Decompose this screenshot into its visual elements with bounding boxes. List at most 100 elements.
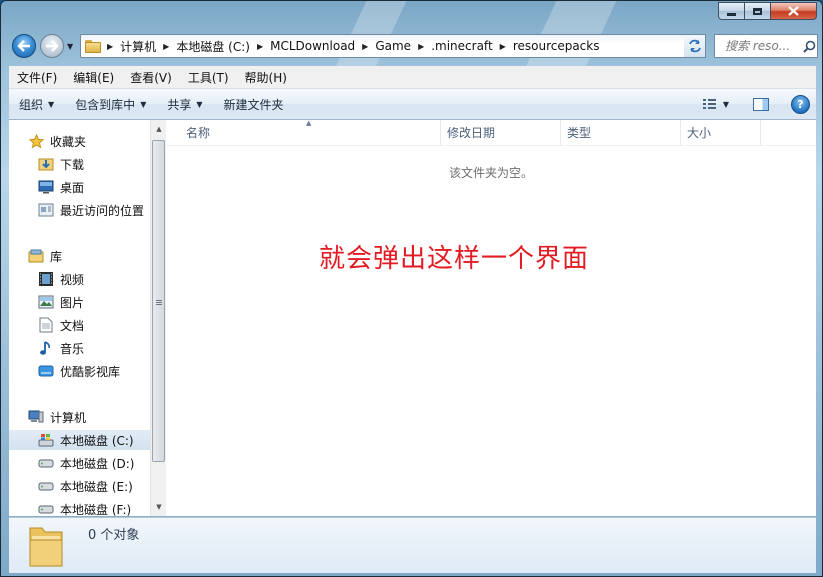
column-modified[interactable]: 修改日期 xyxy=(441,120,561,145)
navigation-bar: ▼ ▶ 计算机 ▶ 本地磁盘 (C:) ▶ MCLDownload ▶ Game… xyxy=(9,33,818,59)
hard-drive-icon xyxy=(38,501,54,516)
nav-computer[interactable]: 计算机 xyxy=(28,407,86,427)
help-icon[interactable]: ? xyxy=(791,94,810,114)
menu-edit[interactable]: 编辑(E) xyxy=(65,69,122,86)
folder-icon xyxy=(28,522,64,568)
nav-drive-e[interactable]: 本地磁盘 (E:) xyxy=(38,476,133,496)
breadcrumb-separator-icon[interactable]: ▶ xyxy=(415,42,427,51)
navigation-pane: 收藏夹 下载 桌面 最近访问的位置 库 视频 图片 文档 音乐 优酷影视库 计算… xyxy=(9,120,150,516)
column-size-label: 大小 xyxy=(687,126,712,140)
file-list[interactable]: ▲ 名称 修改日期 类型 大小 该文件夹为空。 就会弹出这样一个界面 xyxy=(166,119,816,516)
empty-folder-message: 该文件夹为空。 xyxy=(448,166,533,180)
library-icon xyxy=(28,248,44,264)
preview-pane-icon[interactable] xyxy=(753,97,769,111)
music-note-icon xyxy=(38,340,54,356)
nav-recent-places[interactable]: 最近访问的位置 xyxy=(38,200,144,220)
change-view-icon[interactable] xyxy=(702,98,717,110)
nav-music[interactable]: 音乐 xyxy=(38,338,84,358)
nav-youku-library[interactable]: 优酷影视库 xyxy=(38,361,120,381)
column-modified-label: 修改日期 xyxy=(447,126,496,140)
video-icon xyxy=(38,271,54,287)
breadcrumb-separator-icon[interactable]: ▶ xyxy=(254,42,266,51)
minimize-button[interactable] xyxy=(718,2,745,20)
breadcrumb-separator-icon[interactable]: ▶ xyxy=(160,42,172,51)
breadcrumb-separator-icon[interactable]: ▶ xyxy=(104,42,116,51)
refresh-button[interactable] xyxy=(684,34,706,58)
new-folder-label: 新建文件夹 xyxy=(223,97,284,112)
navigation-pane-scrollbar[interactable]: ▲ ▼ xyxy=(150,120,166,516)
share-label: 共享 xyxy=(167,97,192,112)
nav-libraries[interactable]: 库 xyxy=(28,246,62,266)
forward-button[interactable] xyxy=(40,34,64,58)
nav-computer-label: 计算机 xyxy=(50,410,87,425)
menu-help[interactable]: 帮助(H) xyxy=(237,69,295,86)
breadcrumb-local-disk-c[interactable]: 本地磁盘 (C:) xyxy=(172,38,254,55)
desktop-icon xyxy=(38,179,54,195)
column-size[interactable]: 大小 xyxy=(681,120,761,145)
new-folder-button[interactable]: 新建文件夹 xyxy=(214,96,295,113)
pictures-icon xyxy=(38,294,54,310)
breadcrumb-mcldownload[interactable]: MCLDownload xyxy=(266,39,359,53)
maximize-button[interactable] xyxy=(745,2,771,20)
organize-button[interactable]: 组织 ▼ xyxy=(9,96,65,113)
breadcrumb-separator-icon[interactable]: ▶ xyxy=(359,42,371,51)
breadcrumb-minecraft[interactable]: .minecraft xyxy=(427,39,496,53)
breadcrumb: ▶ 计算机 ▶ 本地磁盘 (C:) ▶ MCLDownload ▶ Game ▶… xyxy=(104,35,685,57)
breadcrumb-separator-icon[interactable]: ▶ xyxy=(497,42,509,51)
computer-icon xyxy=(28,409,44,425)
nav-drive-d[interactable]: 本地磁盘 (D:) xyxy=(38,453,134,473)
windows-drive-icon xyxy=(38,432,54,448)
include-in-library-label: 包含到库中 xyxy=(75,97,136,112)
nav-pictures[interactable]: 图片 xyxy=(38,292,84,312)
menu-view[interactable]: 查看(V) xyxy=(122,69,180,86)
close-button[interactable] xyxy=(771,2,817,20)
breadcrumb-resourcepacks[interactable]: resourcepacks xyxy=(509,39,604,53)
column-name[interactable]: 名称 xyxy=(180,120,441,145)
scroll-thumb[interactable] xyxy=(152,140,165,462)
breadcrumb-game[interactable]: Game xyxy=(371,39,415,53)
column-name-label: 名称 xyxy=(186,126,211,140)
scroll-down-icon[interactable]: ▼ xyxy=(151,499,167,515)
nav-documents-label: 文档 xyxy=(60,318,85,333)
back-button[interactable] xyxy=(12,34,36,58)
youku-icon xyxy=(38,363,54,379)
column-type-label: 类型 xyxy=(567,126,592,140)
nav-recent-places-label: 最近访问的位置 xyxy=(60,203,145,218)
nav-youku-library-label: 优酷影视库 xyxy=(60,364,121,379)
include-in-library-button[interactable]: 包含到库中 ▼ xyxy=(65,96,157,113)
search-input[interactable] xyxy=(723,38,803,54)
nav-desktop[interactable]: 桌面 xyxy=(38,177,84,197)
chevron-down-icon: ▼ xyxy=(140,99,147,109)
caption-buttons xyxy=(718,2,817,20)
refresh-icon xyxy=(688,39,701,53)
nav-favorites[interactable]: 收藏夹 xyxy=(28,131,86,151)
organize-label: 组织 xyxy=(19,97,44,112)
scroll-up-icon[interactable]: ▲ xyxy=(151,121,167,137)
address-bar[interactable]: ▶ 计算机 ▶ 本地磁盘 (C:) ▶ MCLDownload ▶ Game ▶… xyxy=(80,34,705,58)
hard-drive-icon xyxy=(38,478,54,494)
nav-music-label: 音乐 xyxy=(60,341,85,356)
arrow-left-icon xyxy=(17,40,30,52)
nav-drive-c[interactable]: 本地磁盘 (C:) xyxy=(9,430,150,450)
share-button[interactable]: 共享 ▼ xyxy=(157,96,213,113)
folder-icon xyxy=(85,39,101,53)
search-box[interactable] xyxy=(714,34,818,58)
view-options-dropdown-icon[interactable]: ▼ xyxy=(723,100,729,109)
column-type[interactable]: 类型 xyxy=(561,120,681,145)
download-folder-icon xyxy=(38,156,54,172)
menu-bar: 文件(F) 编辑(E) 查看(V) 工具(T) 帮助(H) xyxy=(9,66,816,89)
nav-drive-f-label: 本地磁盘 (F:) xyxy=(60,502,132,517)
recent-places-icon xyxy=(38,202,54,218)
nav-drive-f[interactable]: 本地磁盘 (F:) xyxy=(38,499,131,516)
search-icon xyxy=(803,40,816,53)
nav-downloads[interactable]: 下载 xyxy=(38,154,84,174)
menu-file[interactable]: 文件(F) xyxy=(9,69,65,86)
nav-documents[interactable]: 文档 xyxy=(38,315,84,335)
command-bar: 组织 ▼ 包含到库中 ▼ 共享 ▼ 新建文件夹 ▼ ? xyxy=(9,89,816,120)
breadcrumb-computer[interactable]: 计算机 xyxy=(116,38,160,55)
chevron-down-icon: ▼ xyxy=(48,99,55,109)
nav-pictures-label: 图片 xyxy=(60,295,85,310)
nav-videos[interactable]: 视频 xyxy=(38,269,84,289)
menu-tools[interactable]: 工具(T) xyxy=(180,69,237,86)
history-dropdown-icon[interactable]: ▼ xyxy=(67,42,73,51)
